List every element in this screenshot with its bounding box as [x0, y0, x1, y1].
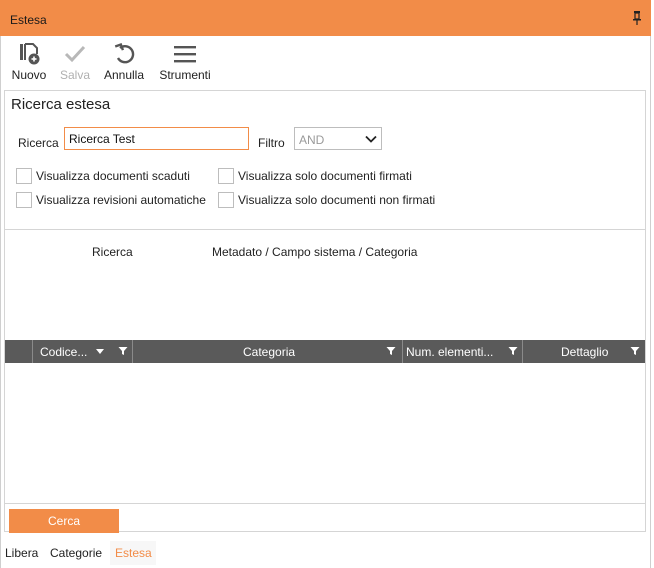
undo-icon [114, 42, 135, 64]
annulla-button[interactable]: Annulla [102, 42, 146, 82]
salva-label: Salva [60, 68, 91, 82]
nuovo-button[interactable]: Nuovo [10, 42, 48, 82]
checkbox-box[interactable] [218, 192, 234, 208]
divider [4, 503, 646, 504]
section-title: Ricerca estesa [11, 96, 111, 113]
criteria-header-ricerca: Ricerca [92, 245, 133, 259]
ricerca-input[interactable] [64, 127, 249, 150]
column-dettaglio[interactable]: Dettaglio [522, 340, 645, 363]
checkbox-label: Visualizza documenti scaduti [36, 169, 190, 183]
toolbar: Nuovo Salva Annulla Strumenti [0, 36, 651, 90]
column-label: Codice... [40, 345, 88, 359]
column-label: Categoria [243, 345, 296, 359]
sort-down-icon[interactable] [95, 346, 105, 356]
column-label: Dettaglio [561, 345, 609, 359]
cerca-button[interactable]: Cerca [9, 509, 119, 533]
filter-icon[interactable] [630, 346, 640, 356]
criteria-header-metadato: Metadato / Campo sistema / Categoria [212, 245, 418, 259]
window-title: Estesa [10, 13, 47, 27]
title-bar: Estesa [0, 0, 651, 36]
filter-icon[interactable] [118, 346, 128, 356]
filtro-select[interactable]: AND [294, 127, 382, 150]
checkmark-icon [64, 45, 86, 63]
nuovo-label: Nuovo [11, 68, 47, 82]
annulla-label: Annulla [103, 68, 145, 82]
strumenti-label: Strumenti [159, 68, 211, 82]
strumenti-button[interactable]: Strumenti [158, 42, 212, 82]
column-num-elementi[interactable]: Num. elementi... [402, 340, 522, 363]
checkbox-box[interactable] [16, 168, 32, 184]
column-categoria[interactable]: Categoria [132, 340, 402, 363]
tab-libera[interactable]: Libera [5, 546, 38, 560]
menu-icon [174, 46, 196, 63]
tab-estesa[interactable]: Estesa [115, 546, 152, 560]
filtro-value: AND [299, 133, 325, 147]
filtro-label: Filtro [258, 136, 285, 150]
filter-icon[interactable] [508, 346, 518, 356]
divider [4, 229, 646, 230]
tab-strip: Libera Categorie Estesa [0, 541, 654, 565]
results-grid-header: Codice... Categoria Num. elementi... Det… [5, 340, 645, 363]
tab-categorie[interactable]: Categorie [50, 546, 102, 560]
pin-icon[interactable] [630, 10, 644, 26]
ricerca-label: Ricerca [18, 136, 59, 150]
chevron-down-icon [365, 135, 377, 143]
new-document-icon [20, 43, 40, 65]
salva-button[interactable]: Salva [60, 42, 90, 82]
checkbox-label: Visualizza solo documenti firmati [238, 169, 412, 183]
column-codice[interactable]: Codice... [32, 340, 132, 363]
checkbox-box[interactable] [16, 192, 32, 208]
search-panel [4, 90, 646, 532]
column-label: Num. elementi... [406, 345, 494, 359]
checkbox-box[interactable] [218, 168, 234, 184]
checkbox-label: Visualizza solo documenti non firmati [238, 193, 436, 207]
checkbox-label: Visualizza revisioni automatiche [36, 193, 206, 207]
filter-icon[interactable] [386, 346, 396, 356]
